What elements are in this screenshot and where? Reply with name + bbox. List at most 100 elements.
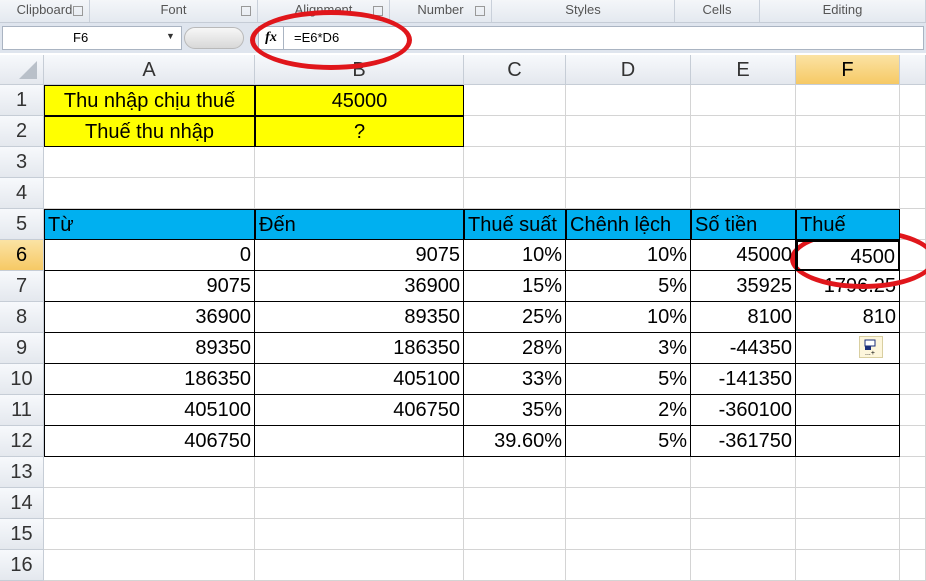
column-header-G[interactable] xyxy=(900,55,926,85)
cell-E2[interactable] xyxy=(691,116,796,147)
cell-G7[interactable] xyxy=(900,271,926,302)
column-header-F[interactable]: F xyxy=(796,55,900,85)
cell-F11[interactable] xyxy=(796,395,900,426)
row-header-5[interactable]: 5 xyxy=(0,209,44,240)
cell-B2[interactable]: ? xyxy=(255,116,464,147)
row-header-10[interactable]: 10 xyxy=(0,364,44,395)
cell-D1[interactable] xyxy=(566,85,691,116)
cell-E8[interactable]: 8100 xyxy=(691,302,796,333)
cell-F1[interactable] xyxy=(796,85,900,116)
cell-A3[interactable] xyxy=(44,147,255,178)
cell-G2[interactable] xyxy=(900,116,926,147)
cell-C4[interactable] xyxy=(464,178,566,209)
cell-D5[interactable]: Chênh lệch xyxy=(566,209,691,240)
cell-C10[interactable]: 33% xyxy=(464,364,566,395)
cell-C3[interactable] xyxy=(464,147,566,178)
cell-C6[interactable]: 10% xyxy=(464,240,566,271)
row-header-7[interactable]: 7 xyxy=(0,271,44,302)
dialog-launcher-icon[interactable] xyxy=(73,6,83,16)
cell-G12[interactable] xyxy=(900,426,926,457)
cell-E10[interactable]: -141350 xyxy=(691,364,796,395)
cell-F13[interactable] xyxy=(796,457,900,488)
cell-A4[interactable] xyxy=(44,178,255,209)
cell-G1[interactable] xyxy=(900,85,926,116)
cell-E15[interactable] xyxy=(691,519,796,550)
cell-B14[interactable] xyxy=(255,488,464,519)
cell-F5[interactable]: Thuế xyxy=(796,209,900,240)
cell-D6[interactable]: 10% xyxy=(566,240,691,271)
cell-G6[interactable] xyxy=(900,240,926,271)
formula-input[interactable]: =E6*D6 xyxy=(284,26,924,50)
cell-B7[interactable]: 36900 xyxy=(255,271,464,302)
cell-B15[interactable] xyxy=(255,519,464,550)
cell-G5[interactable] xyxy=(900,209,926,240)
row-header-12[interactable]: 12 xyxy=(0,426,44,457)
cell-E4[interactable] xyxy=(691,178,796,209)
cell-D10[interactable]: 5% xyxy=(566,364,691,395)
cell-D2[interactable] xyxy=(566,116,691,147)
cell-F10[interactable] xyxy=(796,364,900,395)
cell-G3[interactable] xyxy=(900,147,926,178)
cell-A1[interactable]: Thu nhập chịu thuế xyxy=(44,85,255,116)
cell-A12[interactable]: 406750 xyxy=(44,426,255,457)
cell-E6[interactable]: 45000 xyxy=(691,240,796,271)
fx-icon[interactable]: fx xyxy=(258,26,284,50)
row-header-14[interactable]: 14 xyxy=(0,488,44,519)
row-header-6[interactable]: 6 xyxy=(0,240,44,271)
row-header-9[interactable]: 9 xyxy=(0,333,44,364)
select-all-button[interactable] xyxy=(0,55,44,85)
cell-C15[interactable] xyxy=(464,519,566,550)
cell-D12[interactable]: 5% xyxy=(566,426,691,457)
row-header-13[interactable]: 13 xyxy=(0,457,44,488)
row-header-16[interactable]: 16 xyxy=(0,550,44,581)
cell-G4[interactable] xyxy=(900,178,926,209)
cell-D16[interactable] xyxy=(566,550,691,581)
cell-E9[interactable]: -44350 xyxy=(691,333,796,364)
cell-E13[interactable] xyxy=(691,457,796,488)
cell-C7[interactable]: 15% xyxy=(464,271,566,302)
cell-F9[interactable] xyxy=(796,333,900,364)
cell-G13[interactable] xyxy=(900,457,926,488)
cell-D15[interactable] xyxy=(566,519,691,550)
cell-D13[interactable] xyxy=(566,457,691,488)
cell-F2[interactable] xyxy=(796,116,900,147)
cell-A15[interactable] xyxy=(44,519,255,550)
cell-B8[interactable]: 89350 xyxy=(255,302,464,333)
cell-F14[interactable] xyxy=(796,488,900,519)
cell-F6[interactable]: 4500 xyxy=(796,240,900,271)
cell-E16[interactable] xyxy=(691,550,796,581)
cell-A2[interactable]: Thuế thu nhập xyxy=(44,116,255,147)
cell-D7[interactable]: 5% xyxy=(566,271,691,302)
cell-C13[interactable] xyxy=(464,457,566,488)
cell-B16[interactable] xyxy=(255,550,464,581)
cell-D3[interactable] xyxy=(566,147,691,178)
cell-G9[interactable] xyxy=(900,333,926,364)
cell-C2[interactable] xyxy=(464,116,566,147)
dialog-launcher-icon[interactable] xyxy=(475,6,485,16)
cell-E7[interactable]: 35925 xyxy=(691,271,796,302)
cell-A6[interactable]: 0 xyxy=(44,240,255,271)
cell-D11[interactable]: 2% xyxy=(566,395,691,426)
cell-B6[interactable]: 9075 xyxy=(255,240,464,271)
cell-F12[interactable] xyxy=(796,426,900,457)
formula-bar-resize-handle[interactable] xyxy=(184,27,244,49)
row-header-1[interactable]: 1 xyxy=(0,85,44,116)
cell-G15[interactable] xyxy=(900,519,926,550)
cell-A13[interactable] xyxy=(44,457,255,488)
cell-B4[interactable] xyxy=(255,178,464,209)
cell-B1[interactable]: 45000 xyxy=(255,85,464,116)
cell-A14[interactable] xyxy=(44,488,255,519)
cell-G11[interactable] xyxy=(900,395,926,426)
row-header-2[interactable]: 2 xyxy=(0,116,44,147)
cell-D4[interactable] xyxy=(566,178,691,209)
cell-B12[interactable] xyxy=(255,426,464,457)
cell-B3[interactable] xyxy=(255,147,464,178)
cell-G14[interactable] xyxy=(900,488,926,519)
cell-F7[interactable]: 1796.25 xyxy=(796,271,900,302)
cell-C8[interactable]: 25% xyxy=(464,302,566,333)
cell-A11[interactable]: 405100 xyxy=(44,395,255,426)
cell-E14[interactable] xyxy=(691,488,796,519)
cell-D8[interactable]: 10% xyxy=(566,302,691,333)
cell-E12[interactable]: -361750 xyxy=(691,426,796,457)
cell-C16[interactable] xyxy=(464,550,566,581)
